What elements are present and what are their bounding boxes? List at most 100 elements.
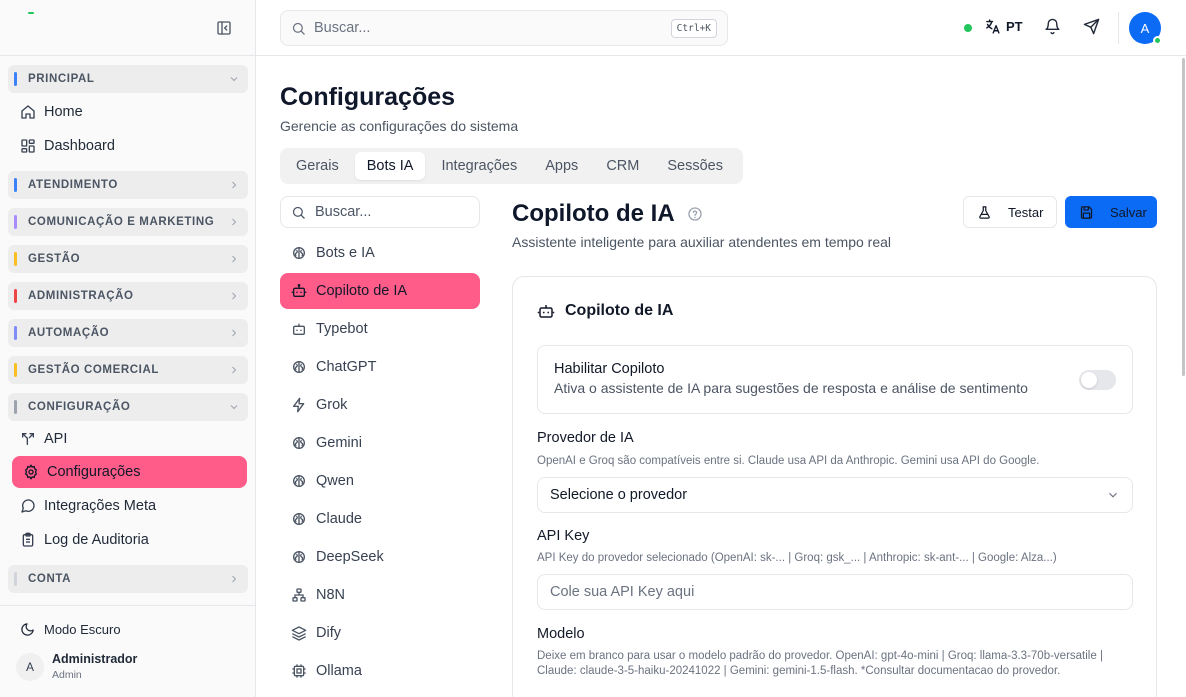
sidebar-item-integracoes-meta[interactable]: Integrações Meta: [8, 489, 248, 523]
bots-subnav: Buscar... Bots e IA Copiloto de IA Typeb…: [280, 196, 480, 690]
sidebar-item-home[interactable]: Home: [8, 95, 248, 129]
help-circle-icon[interactable]: [687, 206, 703, 222]
search-placeholder: Buscar...: [314, 20, 371, 36]
subnav-item-copiloto-de-ia[interactable]: Copiloto de IA: [280, 273, 480, 309]
header-divider: [1118, 12, 1119, 44]
home-icon: [21, 105, 35, 119]
moon-icon: [21, 623, 34, 636]
test-button[interactable]: Testar: [963, 196, 1057, 228]
chevron-right-icon: [232, 181, 237, 189]
subnav-item-dify[interactable]: Dify: [280, 614, 480, 652]
group-configuracao[interactable]: CONFIGURAÇÃO: [8, 393, 248, 421]
tab-bots-ia[interactable]: Bots IA: [354, 152, 426, 180]
dark-mode-label: Modo Escuro: [44, 622, 121, 637]
subnav-label: Bots e IA: [316, 245, 375, 261]
group-label: ADMINISTRAÇÃO: [28, 290, 134, 302]
bot-icon: [537, 305, 555, 318]
subnav-item-deepseek[interactable]: DeepSeek: [280, 538, 480, 576]
group-label: GESTÃO: [28, 253, 81, 265]
tab-integracoes[interactable]: Integrações: [429, 152, 529, 180]
avatar-initial: A: [1140, 20, 1150, 36]
enable-copilot-switch[interactable]: [1079, 370, 1116, 390]
enable-copilot-description: Ativa o assistente de IA para sugestões …: [554, 380, 1028, 396]
subnav-label: Grok: [316, 397, 348, 413]
group-color-bar: [14, 400, 17, 414]
api-icon: [22, 433, 34, 445]
language-switcher[interactable]: PT: [984, 18, 1023, 35]
group-label: GESTÃO COMERCIAL: [28, 364, 159, 376]
chevron-down-icon: [1109, 492, 1117, 498]
group-gestao[interactable]: GESTÃO: [8, 245, 248, 273]
group-principal[interactable]: PRINCIPAL: [8, 65, 248, 93]
switch-knob: [1081, 372, 1097, 388]
subnav-label: Typebot: [316, 321, 368, 337]
tab-sessoes[interactable]: Sessões: [655, 152, 735, 180]
user-menu[interactable]: A Administrador Admin: [16, 652, 137, 681]
group-automacao[interactable]: AUTOMAÇÃO: [8, 319, 248, 347]
api-key-input[interactable]: Cole sua API Key aqui: [537, 574, 1133, 610]
save-button[interactable]: Salvar: [1065, 196, 1157, 228]
bot-icon: [291, 284, 307, 297]
group-color-bar: [14, 215, 17, 229]
enable-copilot-title: Habilitar Copiloto: [554, 361, 665, 377]
page-title: Configurações: [280, 83, 456, 111]
avatar: A: [16, 652, 44, 681]
subnav-item-grok[interactable]: Grok: [280, 386, 480, 424]
group-color-bar: [14, 326, 17, 340]
global-search-input[interactable]: Buscar... Ctrl+K: [280, 10, 728, 46]
tab-gerais[interactable]: Gerais: [284, 152, 351, 180]
group-gestao-comercial[interactable]: GESTÃO COMERCIAL: [8, 356, 248, 384]
subnav-item-qwen[interactable]: Qwen: [280, 462, 480, 500]
subnav-item-chatgpt[interactable]: ChatGPT: [280, 348, 480, 386]
save-button-label: Salvar: [1110, 204, 1147, 220]
language-label: PT: [1006, 19, 1023, 34]
cpu-icon: [292, 664, 306, 678]
chevron-down-icon: [230, 405, 238, 410]
scrollbar-thumb[interactable]: [1182, 58, 1185, 376]
sidebar-item-dashboard[interactable]: Dashboard: [8, 129, 248, 163]
brain-icon: [293, 361, 305, 373]
subnav-item-ollama[interactable]: Ollama: [280, 652, 480, 690]
provider-label: Provedor de IA: [537, 430, 634, 446]
tab-apps[interactable]: Apps: [533, 152, 590, 180]
send-icon[interactable]: [1083, 18, 1100, 35]
tab-crm[interactable]: CRM: [594, 152, 651, 180]
sidebar-item-label: Integrações Meta: [44, 498, 157, 514]
chevron-right-icon: [232, 366, 237, 374]
group-administracao[interactable]: ADMINISTRAÇÃO: [8, 282, 248, 310]
user-name: Administrador: [52, 652, 138, 666]
dark-mode-toggle[interactable]: Modo Escuro: [20, 622, 121, 637]
brain-icon: [293, 475, 305, 487]
panel-left-icon[interactable]: [212, 16, 236, 40]
subnav-label: DeepSeek: [316, 549, 384, 565]
header-avatar[interactable]: A: [1129, 12, 1162, 45]
online-indicator: [1153, 36, 1162, 45]
section-subtitle: Assistente inteligente para auxiliar ate…: [512, 234, 891, 250]
copilot-card: Copiloto de IA Habilitar Copiloto Ativa …: [512, 276, 1157, 697]
bell-icon[interactable]: [1044, 18, 1061, 35]
subnav-item-gemini[interactable]: Gemini: [280, 424, 480, 462]
subnav-search-input[interactable]: Buscar...: [280, 196, 480, 228]
group-conta[interactable]: CONTA: [8, 565, 248, 593]
group-color-bar: [14, 572, 17, 586]
subnav-item-n8n[interactable]: N8N: [280, 576, 480, 614]
provider-select[interactable]: Selecione o provedor: [537, 477, 1133, 513]
subnav-item-bots-e-ia[interactable]: Bots e IA: [280, 234, 480, 272]
subnav-item-claude[interactable]: Claude: [280, 500, 480, 538]
group-color-bar: [14, 289, 17, 303]
sidebar-item-log-auditoria[interactable]: Log de Auditoria: [8, 523, 248, 557]
subnav-item-typebot[interactable]: Typebot: [280, 310, 480, 348]
subnav-label: N8N: [316, 587, 346, 603]
sidebar-item-api[interactable]: API: [8, 422, 248, 456]
group-comunicacao[interactable]: COMUNICAÇÃO E MARKETING: [8, 208, 248, 236]
chevron-down-icon: [230, 77, 238, 82]
group-color-bar: [14, 178, 17, 192]
scrollbar[interactable]: [1181, 56, 1186, 697]
sidebar-nav: PRINCIPAL Home Dashboard ATENDIMENTO COM…: [8, 65, 248, 593]
group-atendimento[interactable]: ATENDIMENTO: [8, 171, 248, 199]
group-label: AUTOMAÇÃO: [28, 327, 110, 339]
settings-tabs: Gerais Bots IA Integrações Apps CRM Sess…: [280, 148, 743, 184]
chevron-right-icon: [232, 292, 237, 300]
sidebar-item-configuracoes[interactable]: Configurações: [12, 456, 247, 488]
message-circle-icon: [21, 499, 35, 513]
